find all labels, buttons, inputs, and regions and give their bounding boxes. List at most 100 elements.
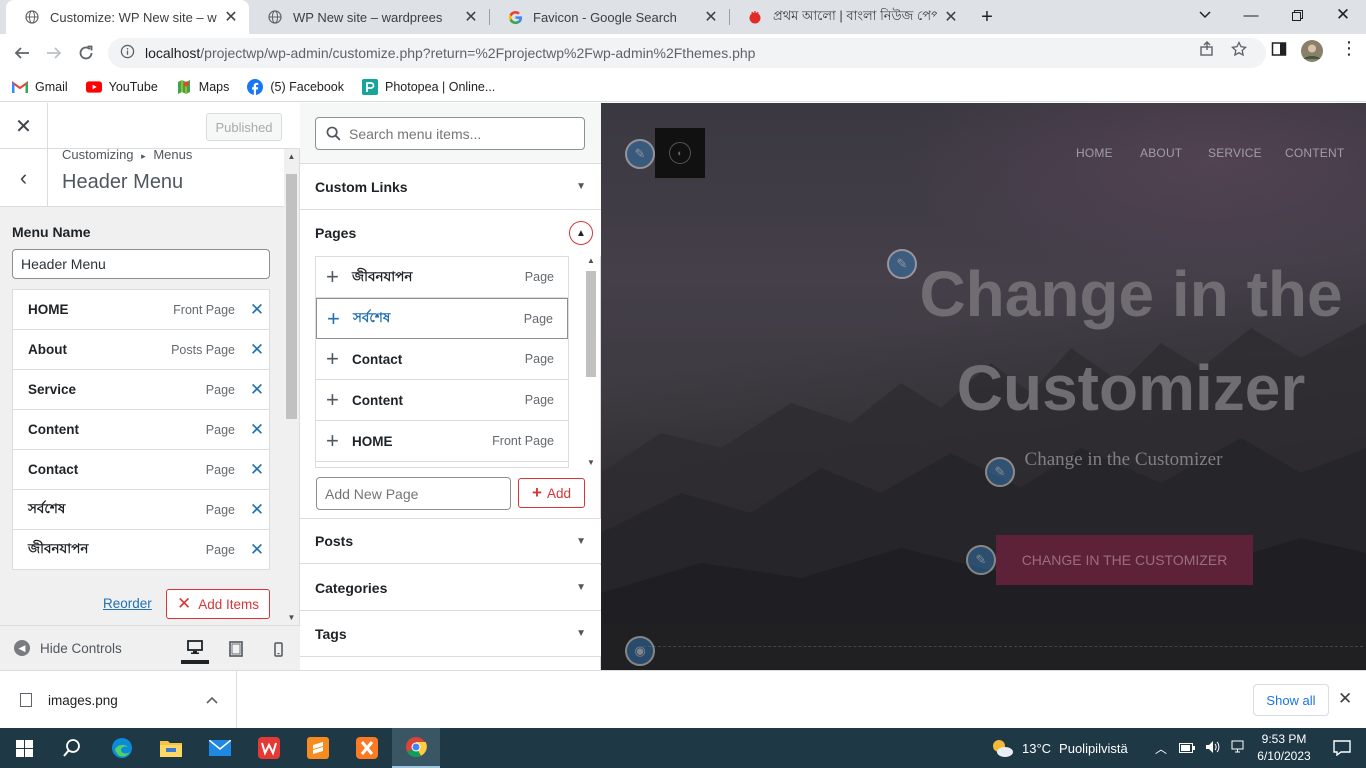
remove-icon[interactable]: ✕	[245, 500, 269, 520]
preview-nav-service[interactable]: SERVICE	[1208, 146, 1262, 160]
menu-item[interactable]: About Posts Page ✕	[12, 329, 270, 370]
browser-menu-icon[interactable]: ⋮	[1340, 38, 1358, 59]
back-chevron-icon[interactable]: ‹	[0, 149, 48, 207]
wps-office-icon[interactable]	[245, 728, 293, 768]
site-info-icon[interactable]	[120, 44, 135, 62]
section-pages[interactable]: Pages ▲	[300, 210, 601, 256]
chevron-up-icon[interactable]	[206, 693, 218, 707]
scroll-down-icon[interactable]: ▼	[285, 613, 298, 622]
reorder-link[interactable]: Reorder	[103, 596, 152, 611]
bookmark-gmail[interactable]: Gmail	[12, 79, 68, 95]
windows-start-icon[interactable]	[0, 728, 48, 768]
mobile-preview-icon[interactable]	[264, 634, 292, 664]
tab-wp-site[interactable]: WP New site – wardprees ✕	[249, 0, 489, 34]
chevron-up-icon[interactable]: ︿	[1155, 740, 1167, 757]
close-window-button[interactable]: ✕	[1320, 0, 1366, 30]
page-item[interactable]: + HOME Front Page	[316, 421, 568, 462]
share-icon[interactable]	[1199, 41, 1215, 62]
tab-google-search[interactable]: Favicon - Google Search ✕	[489, 0, 729, 34]
search-box[interactable]	[315, 117, 585, 150]
close-tab-icon[interactable]: ✕	[223, 7, 239, 27]
section-categories[interactable]: Categories ▼	[300, 565, 601, 611]
chrome-icon[interactable]	[392, 728, 440, 768]
desktop-preview-icon[interactable]	[181, 634, 209, 664]
tablet-preview-icon[interactable]	[222, 634, 250, 664]
site-preview[interactable]: ◐ ✎ HOME ABOUT SERVICE CONTENT ✎ Change …	[601, 103, 1366, 670]
scrollbar-thumb[interactable]	[586, 271, 596, 377]
tab-customize[interactable]: Customize: WP New site – wardp ✕	[6, 0, 249, 34]
page-item[interactable]: + সর্বশেষ Page	[316, 298, 568, 339]
add-items-button[interactable]: ✕ Add Items	[166, 589, 270, 619]
site-logo[interactable]: ◐	[655, 128, 705, 178]
page-item[interactable]: + জীবনযাপন Page	[316, 257, 568, 298]
eye-icon[interactable]: ◉	[625, 636, 655, 666]
preview-nav-home[interactable]: HOME	[1076, 146, 1113, 160]
edit-pencil-icon[interactable]: ✎	[625, 139, 655, 169]
section-posts[interactable]: Posts ▼	[300, 518, 601, 564]
menu-item[interactable]: Service Page ✕	[12, 369, 270, 410]
bookmark-star-icon[interactable]	[1230, 40, 1248, 62]
menu-item[interactable]: Contact Page ✕	[12, 449, 270, 490]
restore-button[interactable]	[1274, 0, 1320, 30]
minimize-button[interactable]: —	[1228, 0, 1274, 30]
menu-item[interactable]: জীবনযাপন Page ✕	[12, 529, 270, 570]
close-tab-icon[interactable]: ✕	[703, 7, 719, 27]
notifications-icon[interactable]	[1318, 728, 1366, 768]
bookmark-maps[interactable]: Maps	[176, 79, 229, 95]
remove-icon[interactable]: ✕	[245, 300, 269, 320]
hero-cta-button[interactable]: CHANGE IN THE CUSTOMIZER	[996, 535, 1253, 585]
scroll-down-icon[interactable]: ▼	[585, 458, 597, 467]
scrollbar-thumb[interactable]	[286, 174, 297, 419]
volume-icon[interactable]	[1205, 740, 1221, 757]
mail-icon[interactable]	[196, 728, 244, 768]
back-arrow-icon[interactable]	[7, 38, 37, 68]
preview-nav-about[interactable]: ABOUT	[1140, 146, 1182, 160]
clock[interactable]: 9:53 PM 6/10/2023	[1253, 731, 1315, 765]
menu-name-field[interactable]	[12, 249, 270, 279]
close-tab-icon[interactable]: ✕	[463, 7, 479, 27]
file-explorer-icon[interactable]	[147, 728, 195, 768]
show-all-button[interactable]: Show all	[1253, 684, 1329, 716]
remove-icon[interactable]: ✕	[245, 420, 269, 440]
forward-arrow-icon[interactable]	[39, 38, 69, 68]
address-bar[interactable]: localhost/projectwp/wp-admin/customize.p…	[108, 38, 1266, 68]
remove-icon[interactable]: ✕	[245, 540, 269, 560]
menu-item[interactable]: Content Page ✕	[12, 409, 270, 450]
scroll-up-icon[interactable]: ▲	[585, 256, 597, 265]
menu-item[interactable]: সর্বশেষ Page ✕	[12, 489, 270, 530]
bookmark-facebook[interactable]: (5) Facebook	[247, 78, 344, 95]
battery-icon[interactable]	[1179, 741, 1196, 756]
side-panel-icon[interactable]	[1271, 41, 1287, 62]
scroll-up-icon[interactable]: ▲	[285, 152, 298, 161]
sidebar-scrollbar[interactable]: ▲ ▼	[285, 149, 298, 623]
collapse-arrow-icon[interactable]: ▲	[569, 221, 593, 245]
section-custom-links[interactable]: Custom Links ▼	[300, 164, 601, 210]
bookmark-youtube[interactable]: YouTube	[85, 79, 158, 95]
edit-pencil-icon[interactable]: ✎	[966, 545, 996, 575]
section-tags[interactable]: Tags ▼	[300, 611, 601, 657]
weather-widget[interactable]: 13°C Puolipilvistä	[990, 728, 1128, 768]
add-new-page-field[interactable]	[316, 477, 511, 510]
tab-prothomalo[interactable]: প্রথম আলো | বাংলা নিউজ পেপার ✕	[729, 0, 969, 34]
add-page-button[interactable]: + Add	[518, 478, 585, 508]
published-button[interactable]: Published	[206, 113, 282, 141]
close-customizer-icon[interactable]: ✕	[0, 103, 48, 149]
network-icon[interactable]	[1231, 740, 1247, 757]
remove-icon[interactable]: ✕	[245, 340, 269, 360]
remove-icon[interactable]: ✕	[245, 460, 269, 480]
search-icon[interactable]	[48, 728, 96, 768]
tab-search-chevron-icon[interactable]	[1182, 0, 1228, 30]
menu-item[interactable]: HOME Front Page ✕	[12, 289, 270, 330]
close-download-bar-icon[interactable]: ✕	[1338, 689, 1352, 709]
sublime-text-icon[interactable]	[294, 728, 342, 768]
reload-icon[interactable]	[71, 38, 101, 68]
page-item[interactable]: + Contact Page	[316, 339, 568, 380]
search-menu-input[interactable]	[349, 125, 569, 142]
remove-icon[interactable]: ✕	[245, 380, 269, 400]
preview-nav-content[interactable]: CONTENT	[1285, 146, 1344, 160]
hide-controls-button[interactable]: ◀ Hide Controls	[14, 640, 122, 656]
xampp-icon[interactable]	[343, 728, 391, 768]
edge-icon[interactable]	[98, 728, 146, 768]
profile-avatar[interactable]	[1301, 40, 1323, 67]
download-item[interactable]: images.png	[0, 671, 237, 729]
